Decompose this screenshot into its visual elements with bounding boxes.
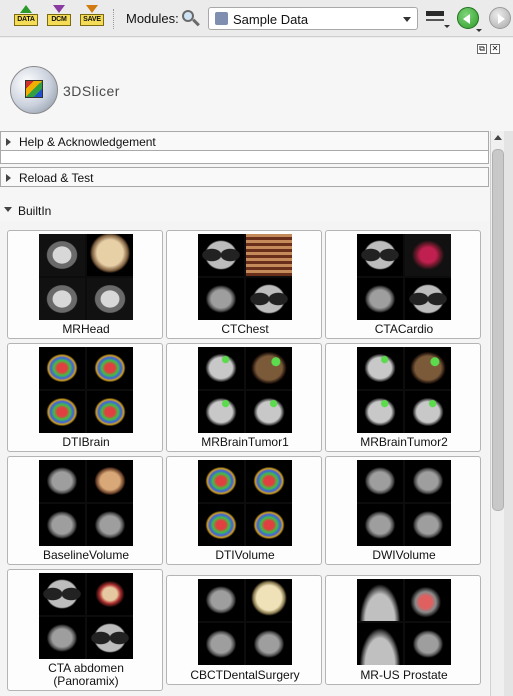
dwi-volume-thumbnail-icon [357, 460, 451, 546]
scroll-up-icon[interactable] [494, 135, 502, 140]
dicom-button[interactable]: DCM [46, 5, 72, 32]
tile-label: MRHead [62, 322, 110, 336]
cta-abdomen-thumbnail-icon [39, 573, 133, 659]
load-data-label: DATA [14, 14, 38, 26]
tile-label: DTIVolume [215, 548, 275, 562]
sample-data-tile-dwivolume[interactable]: DWIVolume [325, 456, 481, 565]
dicom-arrow-icon [53, 5, 65, 13]
module-search-icon[interactable] [180, 8, 202, 30]
cbct-dental-thumbnail-icon [198, 579, 292, 665]
module-selector[interactable]: Sample Data [208, 7, 418, 30]
dicom-label: DCM [47, 14, 71, 26]
cta-cardio-thumbnail-icon [357, 234, 451, 320]
module-selected-value: Sample Data [233, 12, 309, 27]
forward-arrow-icon [498, 14, 505, 24]
save-button[interactable]: SAVE [79, 5, 105, 32]
mr-brain-tumor1-thumbnail-icon [198, 347, 292, 433]
slicer-logo-icon [6, 60, 62, 122]
module-history-icon[interactable] [426, 11, 450, 28]
chevron-right-icon [6, 138, 11, 146]
main-toolbar: DATA DCM SAVE Modules: Sample Data [0, 0, 513, 37]
scrollbar-thumb[interactable] [492, 149, 504, 511]
tile-label: BaselineVolume [42, 548, 130, 562]
tile-label: MR-US Prostate [360, 668, 448, 682]
tile-label: DTIBrain [62, 435, 110, 449]
sample-data-tile-mrhead[interactable]: MRHead [7, 230, 163, 339]
save-arrow-icon [86, 5, 98, 13]
mr-head-thumbnail-icon [39, 234, 133, 320]
sample-data-tile-cta-abdomen[interactable]: CTA abdomen (Panoramix) [7, 569, 163, 691]
tile-label: DWIVolume [372, 548, 436, 562]
sample-data-tile-baselinevolume[interactable]: BaselineVolume [7, 456, 163, 565]
back-arrow-icon [463, 14, 470, 24]
close-panel-icon[interactable]: ✕ [490, 44, 500, 54]
reload-section-header[interactable]: Reload & Test [0, 167, 489, 187]
load-data-button[interactable]: DATA [13, 5, 39, 32]
help-section-label: Help & Acknowledgement [19, 135, 156, 149]
tile-label: CBCTDentalSurgery [190, 668, 300, 682]
forward-button[interactable] [489, 7, 511, 29]
toolbar-separator [113, 9, 114, 29]
tile-label: CTACardio [374, 322, 434, 336]
tile-label-secondary: (Panoramix) [53, 674, 119, 688]
mr-brain-tumor2-thumbnail-icon [357, 347, 451, 433]
reload-section-label: Reload & Test [19, 171, 94, 185]
vertical-scrollbar[interactable] [490, 131, 504, 696]
puzzle-piece-icon [215, 12, 228, 25]
chevron-down-icon [4, 207, 12, 212]
dti-volume-thumbnail-icon [198, 460, 292, 546]
sample-data-tile-dtibrain[interactable]: DTIBrain [7, 343, 163, 452]
back-button[interactable] [457, 7, 479, 29]
sample-data-tile-ctacardio[interactable]: CTACardio [325, 230, 481, 339]
chevron-down-icon [403, 17, 411, 22]
sample-data-tile-cbctdentalsurgery[interactable]: CBCTDentalSurgery [166, 575, 322, 685]
tile-label: CTChest [221, 322, 269, 336]
sample-data-tile-mrbraintumor2[interactable]: MRBrainTumor2 [325, 343, 481, 452]
panel-edge [504, 131, 513, 696]
chevron-right-icon [6, 174, 11, 182]
upload-arrow-icon [20, 5, 32, 13]
section-spacer [0, 151, 489, 164]
tile-label: MRBrainTumor2 [360, 435, 448, 449]
builtin-section-label: BuiltIn [18, 204, 52, 218]
sample-data-tile-mrbraintumor1[interactable]: MRBrainTumor1 [166, 343, 322, 452]
sample-data-tile-mr-us-prostate[interactable]: MR-US Prostate [325, 575, 481, 685]
help-section-header[interactable]: Help & Acknowledgement [0, 131, 489, 151]
modules-label: Modules: [126, 11, 179, 26]
baseline-volume-thumbnail-icon [39, 460, 133, 546]
float-panel-icon[interactable]: ⧉ [477, 44, 487, 54]
dti-brain-thumbnail-icon [39, 347, 133, 433]
builtin-section-header[interactable]: BuiltIn [0, 199, 489, 221]
back-menu-caret-icon[interactable] [476, 29, 482, 32]
sample-data-grid: MRHead CTChest CTACardio DTIBrain MRBrai… [0, 221, 489, 696]
save-label: SAVE [80, 14, 104, 26]
sample-data-tile-dtivolume[interactable]: DTIVolume [166, 456, 322, 565]
sample-data-tile-ctchest[interactable]: CTChest [166, 230, 322, 339]
mr-us-prostate-thumbnail-icon [357, 579, 451, 665]
ct-chest-thumbnail-icon [198, 234, 292, 320]
tile-label: MRBrainTumor1 [201, 435, 289, 449]
app-logo-text: 3DSlicer [63, 83, 120, 99]
